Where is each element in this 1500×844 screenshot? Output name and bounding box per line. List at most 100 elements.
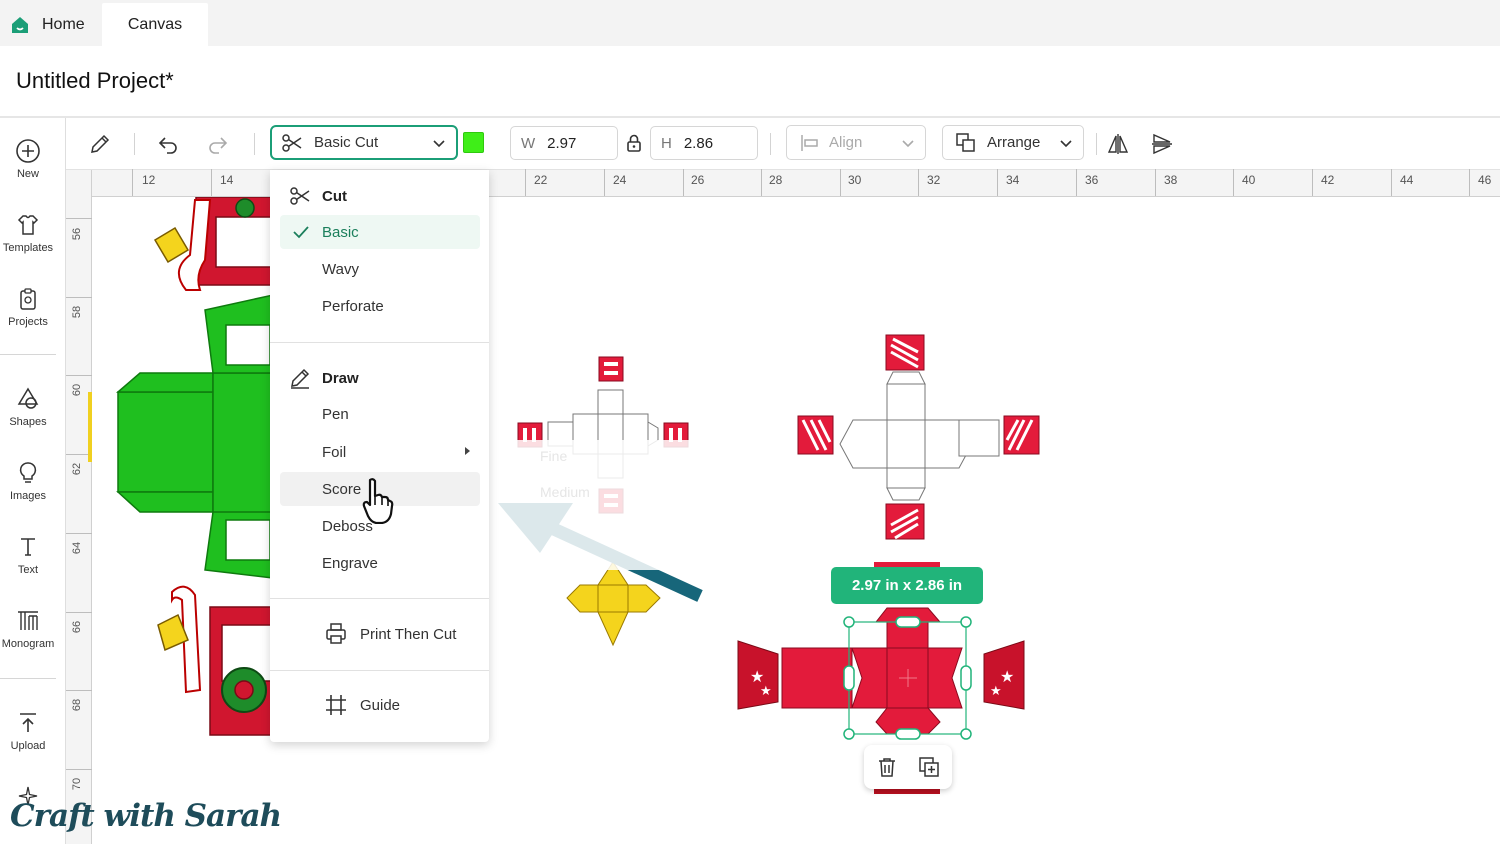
- menu-item-foil[interactable]: Foil: [280, 435, 480, 469]
- menu-item-engrave[interactable]: Engrave: [280, 546, 480, 580]
- menu-item-basic[interactable]: Basic: [280, 215, 480, 249]
- ruler-label: 14: [220, 173, 234, 187]
- ruler-label: 62: [71, 462, 84, 476]
- ruler-label: 36: [1085, 173, 1099, 187]
- menu-item-label: Basic: [322, 223, 359, 241]
- flip-vertical-button[interactable]: [1146, 128, 1178, 160]
- rail-label: Images: [9, 490, 47, 502]
- menu-item-wavy[interactable]: Wavy: [280, 252, 480, 286]
- redo-button[interactable]: [202, 128, 234, 160]
- rail-item-text[interactable]: Text: [0, 534, 56, 576]
- tab-home[interactable]: Home: [0, 3, 102, 46]
- rail-item-projects[interactable]: Projects: [0, 286, 56, 328]
- green-box-template: [115, 294, 274, 579]
- ruler-label: 22: [534, 173, 548, 187]
- redo-icon: [209, 137, 228, 154]
- rail-item-templates[interactable]: Templates: [0, 212, 56, 254]
- rail-divider: [0, 354, 56, 355]
- lock-icon[interactable]: [626, 134, 642, 152]
- rail-item-images[interactable]: Images: [0, 460, 56, 502]
- color-swatch[interactable]: [463, 132, 484, 153]
- rail-label: Templates: [2, 242, 54, 254]
- ruler-label: 34: [1006, 173, 1020, 187]
- menu-heading-draw: Draw: [322, 369, 359, 387]
- height-value: 2.86: [683, 134, 714, 152]
- menu-divider: [270, 342, 489, 343]
- red-candy-template-bottom: [157, 585, 274, 736]
- chevron-down-icon: [902, 139, 914, 147]
- red-candy-template-top: [153, 197, 274, 291]
- toolbar-divider: [770, 133, 771, 155]
- scissors-icon: [290, 187, 310, 205]
- clipboard-icon: [20, 288, 36, 310]
- rail-label: Shapes: [9, 416, 47, 428]
- text-icon: [21, 538, 35, 556]
- undo-icon: [158, 137, 177, 154]
- toolbar-divider: [134, 133, 135, 155]
- menu-item-perforate[interactable]: Perforate: [280, 289, 480, 323]
- home-icon: [12, 16, 28, 33]
- ruler-label: 64: [71, 541, 84, 555]
- ruler-label: 60: [71, 383, 84, 397]
- ruler-label: 26: [691, 173, 705, 187]
- svg-text:★: ★: [990, 683, 1002, 698]
- menu-item-print-then-cut[interactable]: Print Then Cut: [324, 622, 456, 646]
- toolbar-divider: [254, 133, 255, 155]
- rail-item-upload[interactable]: Upload: [0, 710, 56, 752]
- svg-text:★: ★: [1000, 669, 1014, 686]
- ruler-label: 30: [848, 173, 862, 187]
- menu-item-pen[interactable]: Pen: [280, 397, 480, 431]
- align-dropdown[interactable]: Align: [786, 125, 926, 160]
- watermark-logo: Craft with Sarah: [10, 798, 282, 834]
- edit-button[interactable]: [84, 128, 116, 160]
- rail-label: Text: [17, 564, 39, 576]
- height-field[interactable]: H 2.86: [650, 126, 758, 160]
- check-icon: [293, 226, 309, 239]
- rail-item-shapes[interactable]: Shapes: [0, 386, 56, 428]
- duplicate-icon[interactable]: [918, 756, 940, 778]
- shapes-icon: [17, 387, 39, 409]
- operation-select[interactable]: Basic Cut: [270, 125, 458, 160]
- arrange-dropdown[interactable]: Arrange: [942, 125, 1084, 160]
- rail-label: Monogram: [1, 638, 55, 650]
- rail-divider: [0, 678, 56, 679]
- trash-icon[interactable]: [876, 756, 898, 778]
- tab-bar: Home Canvas: [0, 0, 1500, 46]
- flip-horizontal-button[interactable]: [1102, 128, 1134, 160]
- undo-button[interactable]: [152, 128, 184, 160]
- project-title[interactable]: Untitled Project*: [16, 68, 174, 94]
- project-header: Untitled Project*: [0, 46, 1500, 118]
- width-field[interactable]: W 2.97: [510, 126, 618, 160]
- arrange-icon: [956, 132, 975, 152]
- rail-item-monogram[interactable]: Monogram: [0, 608, 56, 650]
- ruler-label: 44: [1400, 173, 1414, 187]
- operation-menu: Cut Basic Wavy Perforate Draw Pen Foil S…: [270, 170, 489, 742]
- hand-cursor-icon: [362, 478, 394, 524]
- menu-item-label: Pen: [322, 405, 349, 423]
- shirt-icon: [17, 215, 39, 235]
- menu-divider: [270, 598, 489, 599]
- ghost-fine: Fine: [540, 448, 568, 464]
- ruler-label: 66: [71, 620, 84, 634]
- tab-canvas[interactable]: Canvas: [102, 3, 208, 46]
- rail-label: Projects: [8, 316, 48, 328]
- ruler-label: 58: [71, 305, 84, 319]
- width-value: 2.97: [547, 134, 577, 152]
- guide-grid-icon: [326, 695, 346, 715]
- selection-actions: [864, 745, 952, 789]
- flip-vertical-icon: [1152, 133, 1172, 155]
- ruler-label: 56: [71, 227, 84, 241]
- rail-item-new[interactable]: New: [0, 138, 56, 180]
- scissors-icon: [282, 133, 302, 152]
- menu-item-guide[interactable]: Guide: [324, 693, 400, 717]
- chevron-down-icon: [433, 139, 445, 147]
- pencil-icon: [291, 368, 310, 389]
- ghost-medium: Medium: [540, 484, 590, 500]
- ruler-label: 32: [927, 173, 941, 187]
- toolbar-divider: [1096, 133, 1097, 155]
- menu-item-label: Engrave: [322, 554, 378, 572]
- lightbulb-icon: [19, 462, 37, 483]
- operation-label: Basic Cut: [314, 134, 379, 151]
- rail-label: New: [16, 168, 39, 180]
- ruler-label: 46: [1478, 173, 1492, 187]
